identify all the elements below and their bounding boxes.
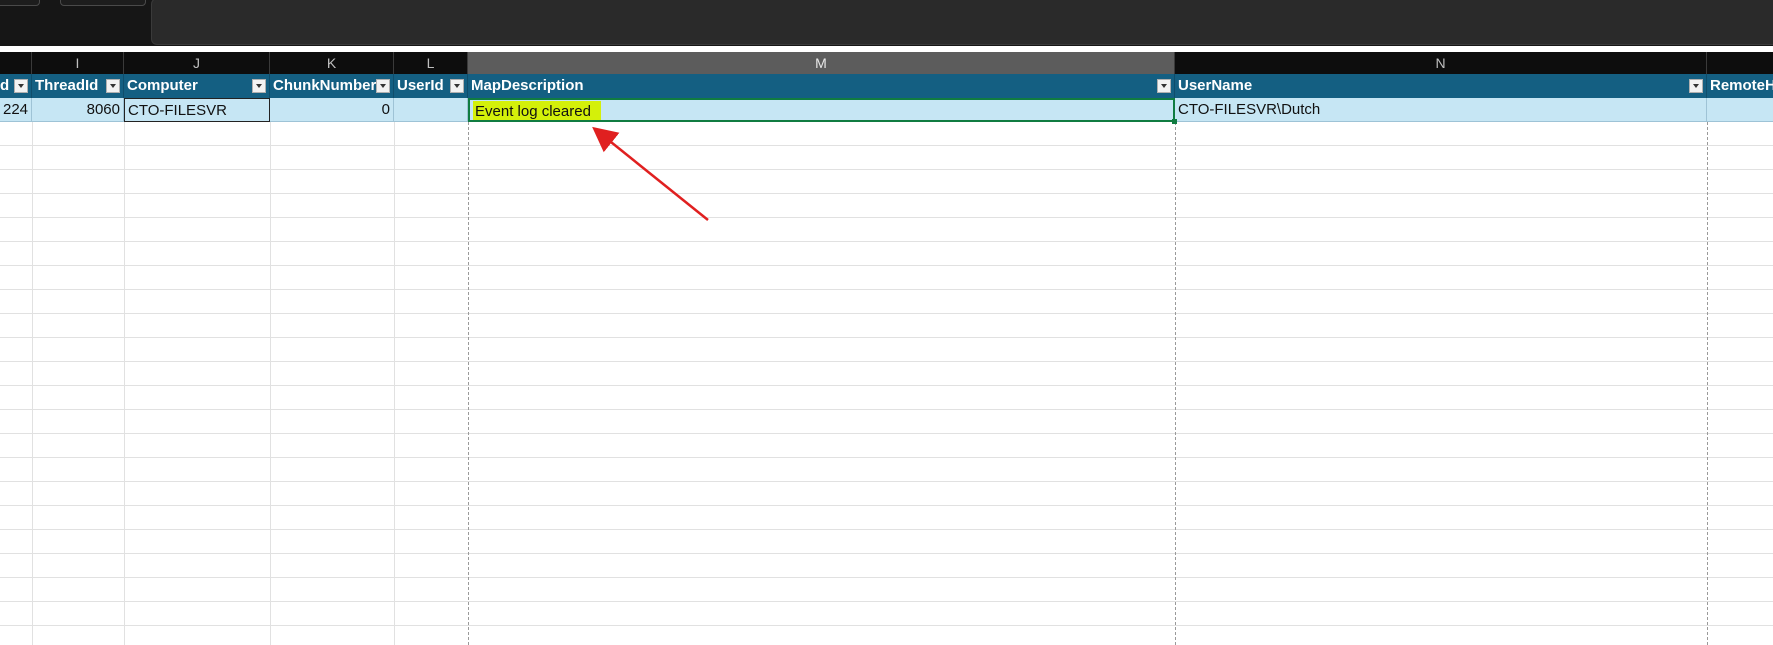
page-break-line: [1175, 122, 1176, 645]
empty-row[interactable]: [0, 602, 1773, 626]
empty-row[interactable]: [0, 458, 1773, 482]
empty-row[interactable]: [0, 122, 1773, 146]
table-header-cell[interactable]: ThreadId: [32, 74, 124, 98]
ribbon-area: [0, 0, 1773, 46]
table-header-cell[interactable]: MapDescription: [468, 74, 1175, 98]
cell-user-id[interactable]: [394, 98, 468, 122]
filter-dropdown-icon[interactable]: [376, 79, 390, 93]
column-header-l[interactable]: L: [394, 52, 468, 74]
cell-computer[interactable]: CTO-FILESVR: [124, 98, 270, 122]
gridline: [32, 122, 33, 645]
header-label: UserName: [1178, 77, 1253, 94]
column-header-k[interactable]: K: [270, 52, 394, 74]
filter-dropdown-icon[interactable]: [1157, 79, 1171, 93]
cell-partial[interactable]: 224: [0, 98, 32, 122]
column-header-i[interactable]: I: [32, 52, 124, 74]
header-label: RemoteH: [1710, 77, 1773, 94]
header-label: MapDescription: [471, 77, 584, 94]
highlighted-text: Event log cleared: [473, 101, 601, 120]
cell-thread-id[interactable]: 8060: [32, 98, 124, 122]
column-header-m[interactable]: M: [468, 52, 1175, 74]
filter-dropdown-icon[interactable]: [106, 79, 120, 93]
empty-row[interactable]: [0, 386, 1773, 410]
table-header-cell[interactable]: RemoteH: [1707, 74, 1773, 98]
page-break-line: [468, 122, 469, 645]
empty-row[interactable]: [0, 506, 1773, 530]
table-row: 224 8060 CTO-FILESVR 0 Event log cleared…: [0, 98, 1773, 122]
empty-row[interactable]: [0, 554, 1773, 578]
table-header-cell[interactable]: Computer: [124, 74, 270, 98]
formula-panel: [151, 0, 1773, 45]
gridline: [394, 122, 395, 645]
page-break-line: [1707, 122, 1708, 645]
filter-dropdown-icon[interactable]: [1689, 79, 1703, 93]
filter-dropdown-icon[interactable]: [450, 79, 464, 93]
empty-row[interactable]: [0, 242, 1773, 266]
empty-row[interactable]: [0, 530, 1773, 554]
empty-row[interactable]: [0, 578, 1773, 602]
empty-row[interactable]: [0, 410, 1773, 434]
table-header-cell[interactable]: UserId: [394, 74, 468, 98]
cell-map-description[interactable]: Event log cleared: [468, 98, 1175, 122]
filter-dropdown-icon[interactable]: [14, 79, 28, 93]
empty-row[interactable]: [0, 362, 1773, 386]
empty-row[interactable]: [0, 290, 1773, 314]
ribbon-tab[interactable]: [60, 0, 146, 6]
table-header-cell[interactable]: ChunkNumber: [270, 74, 394, 98]
ribbon-tab[interactable]: [0, 0, 40, 6]
empty-row[interactable]: [0, 482, 1773, 506]
empty-row[interactable]: [0, 218, 1773, 242]
column-header-h[interactable]: [0, 52, 32, 74]
column-header-j[interactable]: J: [124, 52, 270, 74]
table-header-cell[interactable]: d: [0, 74, 32, 98]
gridline: [270, 122, 271, 645]
empty-row[interactable]: [0, 146, 1773, 170]
empty-row[interactable]: [0, 170, 1773, 194]
empty-row[interactable]: [0, 434, 1773, 458]
column-header-n[interactable]: N: [1175, 52, 1707, 74]
header-label: d: [0, 77, 10, 94]
column-header-o[interactable]: [1707, 52, 1773, 74]
empty-row[interactable]: [0, 266, 1773, 290]
fill-handle[interactable]: [1172, 119, 1177, 124]
header-label: ChunkNumber: [273, 77, 377, 94]
cell-remote[interactable]: [1707, 98, 1773, 122]
empty-row[interactable]: [0, 338, 1773, 362]
filter-dropdown-icon[interactable]: [252, 79, 266, 93]
column-header-bar: I J K L M N: [0, 52, 1773, 74]
header-label: Computer: [127, 77, 198, 94]
gridline: [124, 122, 125, 645]
table-header-row: d ThreadId Computer ChunkNumber UserId M…: [0, 74, 1773, 98]
worksheet-grid: d ThreadId Computer ChunkNumber UserId M…: [0, 74, 1773, 645]
header-label: UserId: [397, 77, 444, 94]
cell-user-name[interactable]: CTO-FILESVR\Dutch: [1175, 98, 1707, 122]
empty-row[interactable]: [0, 314, 1773, 338]
empty-row[interactable]: [0, 194, 1773, 218]
cell-chunk-number[interactable]: 0: [270, 98, 394, 122]
header-label: ThreadId: [35, 77, 99, 94]
table-header-cell[interactable]: UserName: [1175, 74, 1707, 98]
